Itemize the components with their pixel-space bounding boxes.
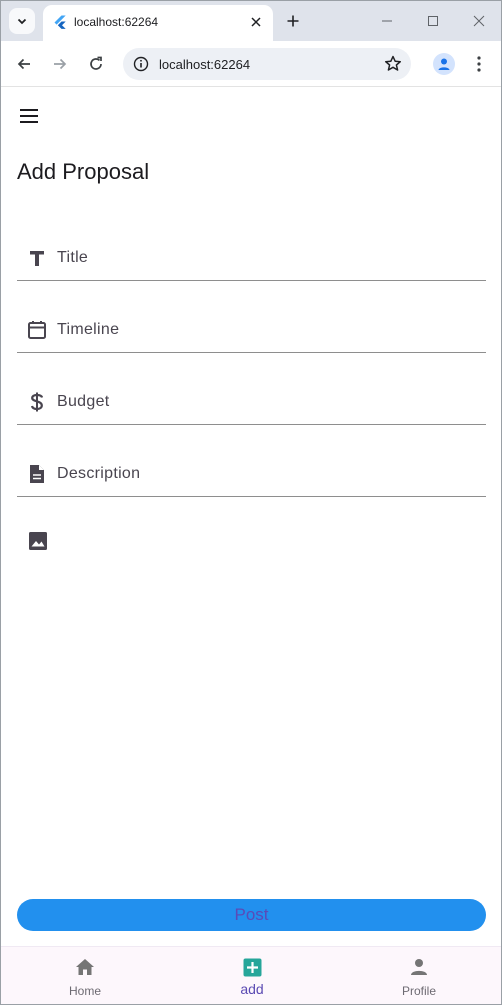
timeline-field[interactable] bbox=[17, 309, 486, 353]
address-bar[interactable]: localhost:62264 bbox=[123, 48, 411, 80]
tab-strip: localhost:62264 bbox=[1, 1, 501, 41]
menu-button[interactable] bbox=[18, 106, 40, 126]
title-field[interactable] bbox=[17, 237, 486, 281]
nav-item-add[interactable]: add bbox=[202, 947, 302, 1004]
dollar-icon bbox=[26, 391, 48, 413]
add-box-icon bbox=[241, 956, 263, 978]
home-icon bbox=[74, 956, 96, 978]
plus-icon bbox=[287, 15, 299, 27]
post-button[interactable]: Post bbox=[17, 899, 486, 931]
minimize-icon bbox=[382, 20, 392, 22]
nav-label-home: Home bbox=[68, 984, 101, 998]
account-icon bbox=[438, 58, 450, 70]
maximize-icon bbox=[428, 16, 438, 26]
tab-close-button[interactable] bbox=[247, 13, 265, 31]
tab-title: localhost:62264 bbox=[74, 15, 159, 29]
page-title: Add Proposal bbox=[17, 159, 150, 184]
browser-tab[interactable]: localhost:62264 bbox=[43, 5, 273, 41]
budget-field[interactable] bbox=[17, 381, 486, 425]
description-input[interactable] bbox=[57, 459, 477, 489]
nav-item-home[interactable]: Home bbox=[35, 947, 135, 1004]
chevron-down-icon bbox=[17, 18, 27, 25]
tab-search-button[interactable] bbox=[9, 8, 35, 34]
timeline-input[interactable] bbox=[57, 315, 477, 345]
description-icon bbox=[26, 463, 48, 485]
maximize-button[interactable] bbox=[420, 9, 446, 33]
browser-menu-button[interactable] bbox=[471, 53, 487, 75]
info-icon[interactable] bbox=[133, 56, 149, 72]
flutter-icon bbox=[54, 15, 66, 29]
nav-label-add: add bbox=[240, 981, 264, 997]
profile-button[interactable] bbox=[433, 53, 455, 75]
window-close-button[interactable] bbox=[466, 9, 492, 33]
text-fields-icon bbox=[26, 247, 48, 269]
arrow-right-icon bbox=[54, 58, 67, 70]
app-screen: Add Proposal Title Timeline Budget Descr… bbox=[1, 88, 501, 1004]
reload-button[interactable] bbox=[85, 53, 107, 75]
star-icon[interactable] bbox=[383, 54, 403, 74]
nav-item-profile[interactable]: Profile bbox=[369, 947, 469, 1004]
reload-icon bbox=[90, 56, 102, 70]
person-icon bbox=[408, 956, 430, 978]
nav-label-profile: Profile bbox=[401, 984, 436, 998]
close-icon bbox=[473, 15, 485, 27]
browser-window: localhost:62264 localhost:62264 Add Prop… bbox=[0, 0, 502, 1005]
description-field[interactable] bbox=[17, 453, 486, 497]
url-text[interactable]: localhost:62264 bbox=[159, 57, 250, 72]
budget-input[interactable] bbox=[57, 387, 477, 417]
back-button[interactable] bbox=[13, 53, 35, 75]
bottom-navigation: Home add Profile bbox=[1, 946, 501, 1004]
image-icon bbox=[29, 532, 47, 550]
image-picker-button[interactable] bbox=[27, 530, 49, 552]
minimize-button[interactable] bbox=[374, 9, 400, 33]
title-input[interactable] bbox=[57, 243, 477, 273]
calendar-icon bbox=[26, 319, 48, 341]
browser-toolbar: localhost:62264 bbox=[1, 41, 501, 87]
hamburger-icon bbox=[20, 109, 38, 123]
new-tab-button[interactable] bbox=[283, 11, 303, 31]
more-vert-icon bbox=[477, 56, 481, 72]
close-icon bbox=[251, 17, 261, 27]
forward-button[interactable] bbox=[49, 53, 71, 75]
arrow-left-icon bbox=[17, 58, 30, 70]
